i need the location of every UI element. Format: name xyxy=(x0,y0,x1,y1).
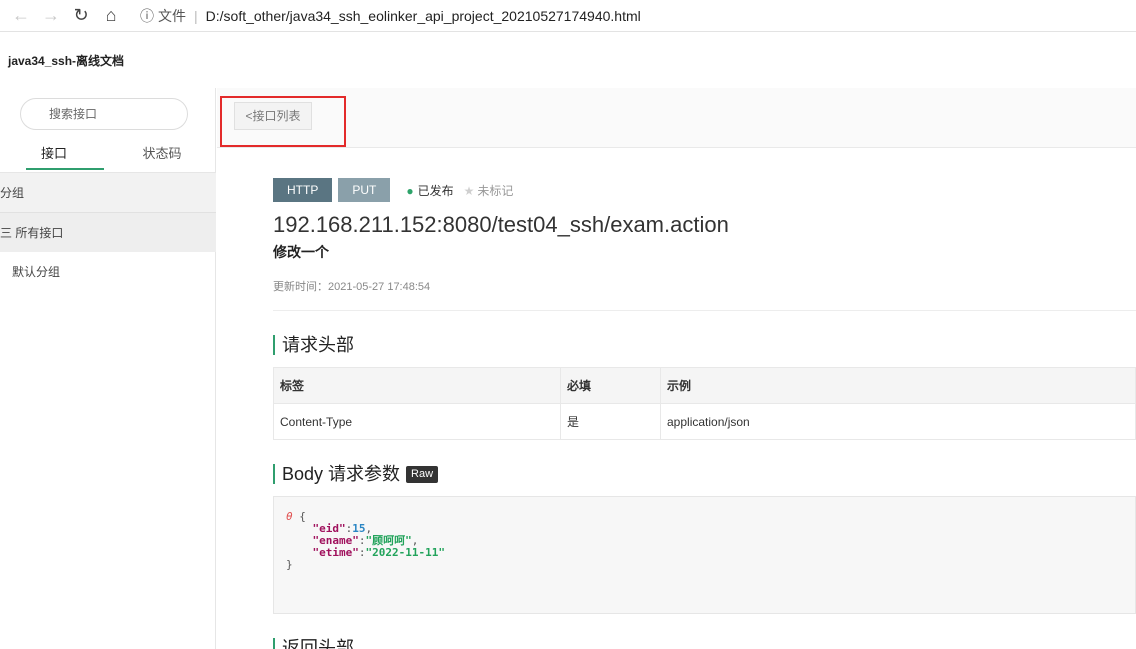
request-headers-title: 请求头部 xyxy=(273,335,1136,355)
request-headers-table: 标签 必填 示例 Content-Type 是 application/json xyxy=(273,367,1136,440)
code-line: } xyxy=(286,558,293,571)
raw-badge: Raw xyxy=(406,465,439,483)
sidebar-tabs: 接口 状态码 xyxy=(0,142,216,170)
json-code-block: θ { "eid":15, "ename":"顾呵呵", "etime":"20… xyxy=(273,496,1136,614)
back-to-list-button[interactable]: <接口列表 xyxy=(234,102,312,130)
search-input[interactable]: 搜索接口 xyxy=(20,98,188,130)
mark-status[interactable]: ★ 未标记 xyxy=(464,182,514,199)
protocol-badge: HTTP xyxy=(273,178,333,202)
api-url: 192.168.211.152:8080/test04_ssh/exam.act… xyxy=(273,212,729,237)
publish-status: ● 已发布 xyxy=(406,183,454,198)
sidebar-item-default-group[interactable]: 默认分组 xyxy=(0,252,216,292)
code-line: "etime":"2022-11-11" xyxy=(312,546,445,559)
response-headers-title: 返回头部 xyxy=(273,638,1136,649)
address-url[interactable]: D:/soft_other/java34_ssh_eolinker_api_pr… xyxy=(206,8,641,24)
status-dot-icon: ● xyxy=(406,183,414,198)
column-header: 必填 xyxy=(560,367,661,404)
address-bar[interactable]: ⓘ 文件 | D:/soft_other/java34_ssh_eolinker… xyxy=(140,6,641,26)
table-row: Content-Type 是 application/json xyxy=(273,403,1136,440)
sidebar: 搜索接口 接口 状态码 分组 三 所有接口 默认分组 xyxy=(0,88,216,649)
column-header: 标签 xyxy=(273,367,561,404)
body-params-title: Body 请求参数 Raw xyxy=(273,464,1136,484)
reload-icon[interactable]: ↻ xyxy=(66,0,96,32)
sidebar-group-header[interactable]: 分组 xyxy=(0,172,216,212)
browser-toolbar: ← → ↻ ⌂ ⓘ 文件 | D:/soft_other/java34_ssh_… xyxy=(0,0,1136,32)
app-title: java34_ssh-离线文档 xyxy=(8,54,125,68)
cell-example: application/json xyxy=(660,403,1136,440)
tab-apis[interactable]: 接口 xyxy=(0,142,108,170)
address-separator: | xyxy=(194,7,198,24)
cell-required: 是 xyxy=(560,403,661,440)
sidebar-item-all-apis[interactable]: 三 所有接口 xyxy=(0,212,216,252)
divider xyxy=(273,310,1136,311)
main-panel: <接口列表 HTTP PUT ● 已发布 ★ 未标记 192.168.211.152… xyxy=(217,88,1136,649)
column-header: 示例 xyxy=(660,367,1136,404)
api-name: 修改一个 xyxy=(273,244,329,260)
updated-time: 更新时间：2021-05-27 17:48:54 xyxy=(273,281,431,293)
tab-status-codes[interactable]: 状态码 xyxy=(108,142,216,170)
main-toolbar: <接口列表 xyxy=(217,88,1136,148)
info-icon[interactable]: ⓘ xyxy=(140,6,154,26)
code-line: θ { xyxy=(286,510,306,523)
home-icon[interactable]: ⌂ xyxy=(96,0,126,32)
address-scheme: 文件 xyxy=(158,7,186,24)
api-badges: HTTP PUT ● 已发布 ★ 未标记 xyxy=(273,178,1136,202)
active-tab-underline xyxy=(26,168,104,170)
forward-arrow-icon[interactable]: → xyxy=(36,0,66,32)
back-arrow-icon[interactable]: ← xyxy=(6,0,36,32)
table-header-row: 标签 必填 示例 xyxy=(273,367,1136,404)
cell-label: Content-Type xyxy=(273,403,561,440)
api-detail: HTTP PUT ● 已发布 ★ 未标记 192.168.211.152:8080/… xyxy=(235,148,1136,649)
method-badge: PUT xyxy=(338,178,391,202)
star-icon: ★ xyxy=(463,183,475,198)
